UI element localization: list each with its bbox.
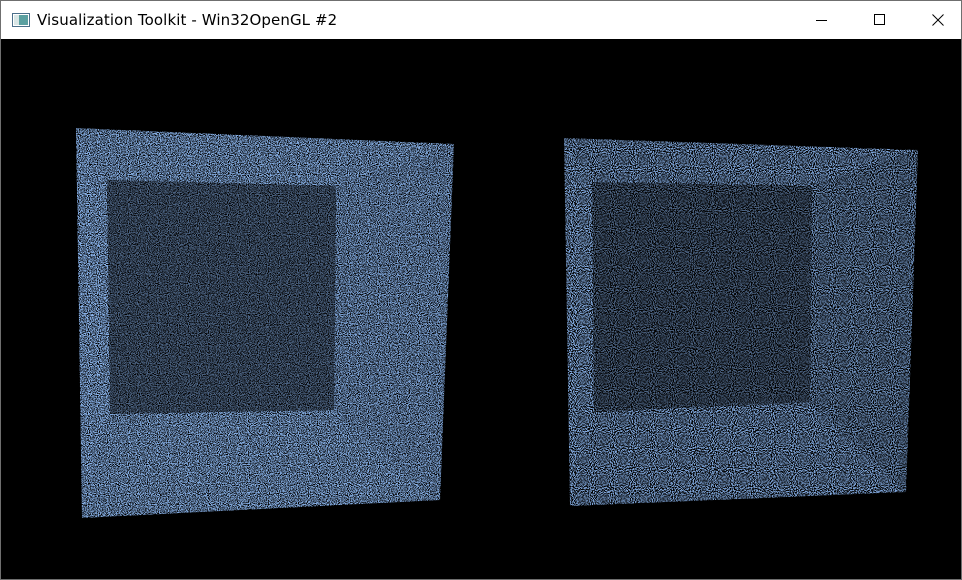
render-viewport[interactable] xyxy=(4,40,958,577)
close-icon xyxy=(932,14,944,26)
box-right-back-face xyxy=(592,182,812,412)
vtk-window-icon xyxy=(12,13,30,27)
minimize-icon xyxy=(816,20,827,21)
window-title: Visualization Toolkit - Win32OpenGL #2 xyxy=(37,11,338,29)
vtk-render-window: Visualization Toolkit - Win32OpenGL #2 xyxy=(0,0,962,580)
close-button[interactable] xyxy=(915,1,961,39)
maximize-icon xyxy=(874,14,885,25)
title-bar[interactable]: Visualization Toolkit - Win32OpenGL #2 xyxy=(1,1,961,39)
point-cloud-box-right xyxy=(564,138,918,506)
minimize-button[interactable] xyxy=(799,1,845,39)
render-canvas xyxy=(76,128,918,518)
maximize-button[interactable] xyxy=(857,1,903,39)
point-cloud-box-left xyxy=(76,128,454,518)
box-left-back-face xyxy=(107,180,336,414)
window-controls xyxy=(787,1,961,39)
